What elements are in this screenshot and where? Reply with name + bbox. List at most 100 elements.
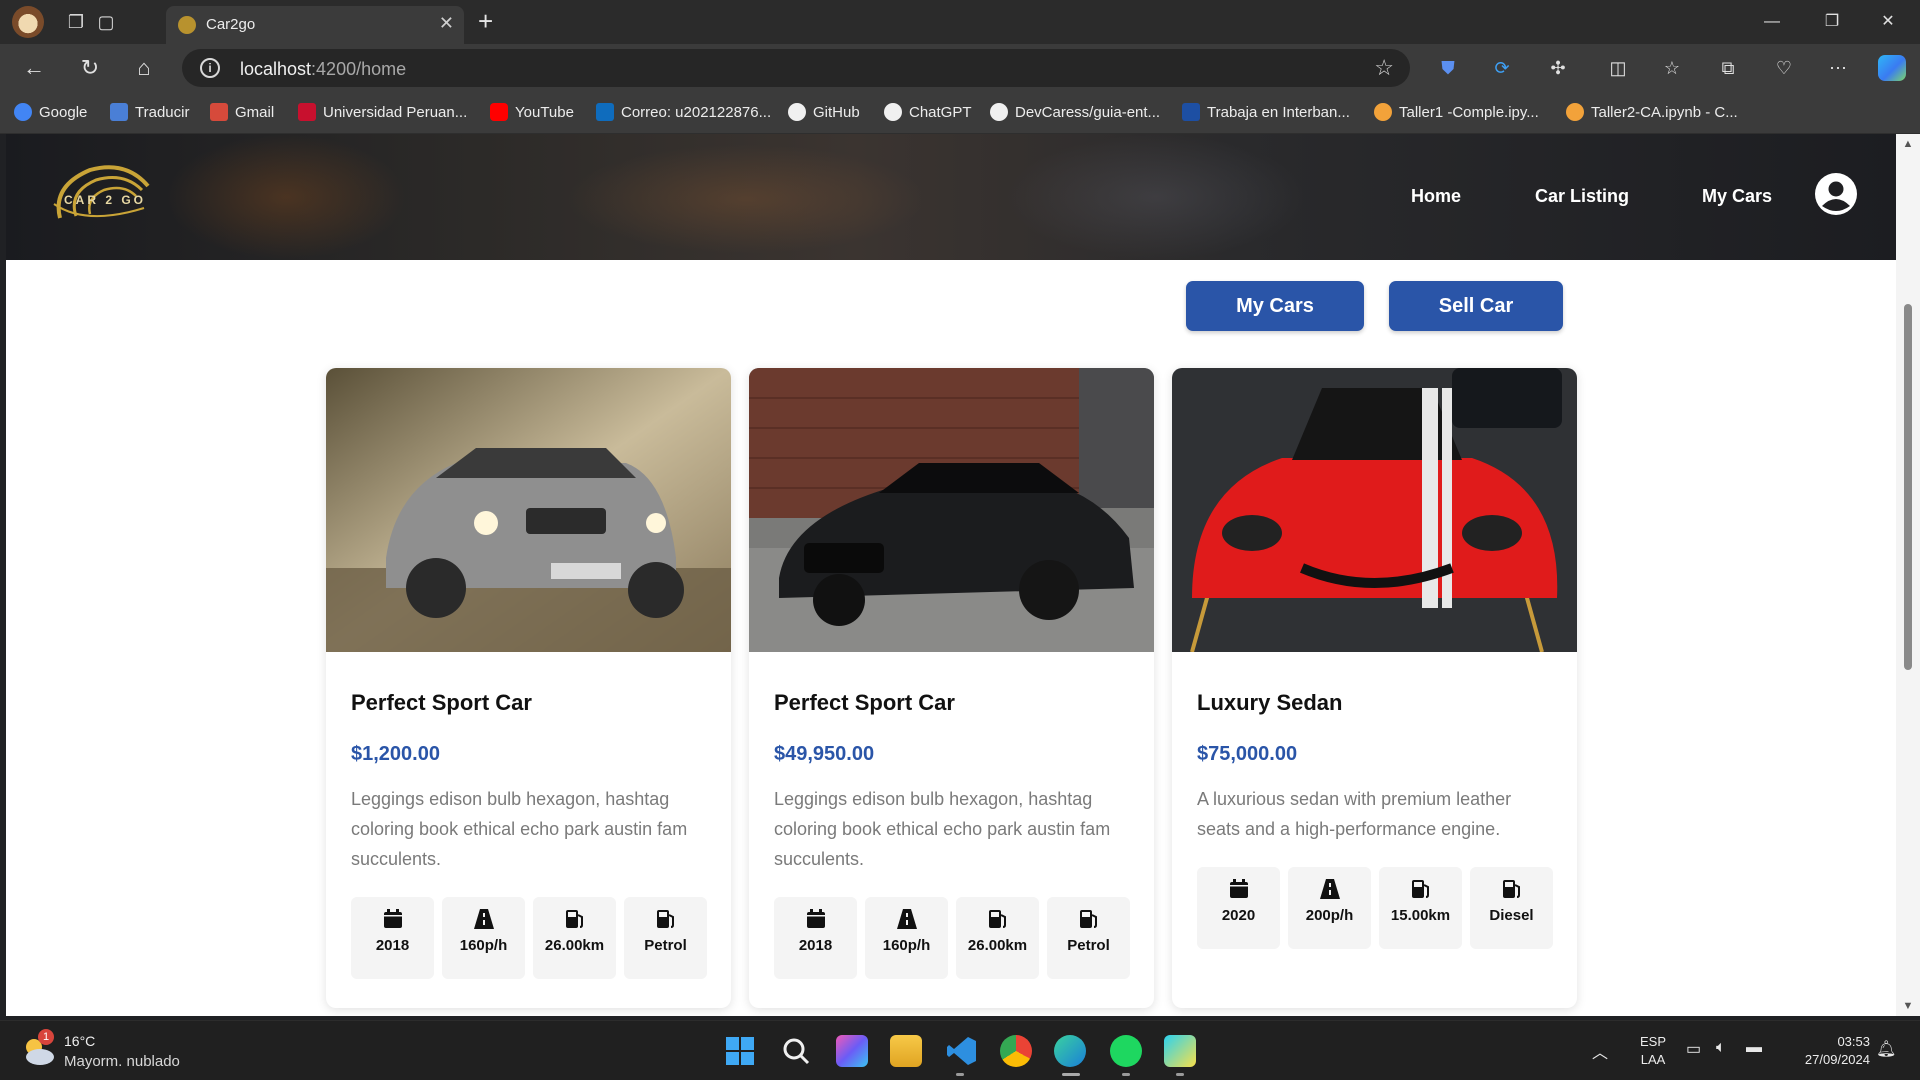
nav-home[interactable]: Home	[1411, 186, 1461, 207]
collections-icon[interactable]: ⧉	[1716, 56, 1740, 80]
black-sedan-photo	[749, 368, 1154, 652]
github-icon	[990, 103, 1008, 121]
spec-speed: 200p/h	[1288, 867, 1371, 949]
gas-pump-icon	[1079, 910, 1097, 928]
weather-description[interactable]: Mayorm. nublado	[64, 1053, 180, 1070]
site-info-icon[interactable]: i	[200, 58, 220, 78]
bookmark-correo[interactable]: Correo: u202122876...	[596, 102, 771, 122]
site-header: CAR 2 GO Home Car Listing My Cars	[6, 134, 1896, 260]
spec-year: 2018	[351, 897, 434, 979]
scrollbar-thumb[interactable]	[1904, 304, 1912, 670]
my-cars-button[interactable]: My Cars	[1186, 281, 1364, 331]
more-options-icon[interactable]: ⋯	[1826, 56, 1850, 80]
calendar-icon	[806, 909, 825, 928]
spec-speed: 160p/h	[865, 897, 948, 979]
webstorm-icon[interactable]	[1164, 1035, 1196, 1067]
windows-start-icon[interactable]	[724, 1035, 756, 1067]
gas-pump-icon	[1411, 880, 1429, 898]
interbank-icon	[1182, 103, 1200, 121]
spotify-icon[interactable]	[1110, 1035, 1142, 1067]
refresh-icon[interactable]: ↻	[74, 52, 106, 84]
notifications-bell-icon[interactable]: 🔔︎	[1876, 1039, 1896, 1059]
show-hidden-icons-chevron-icon[interactable]: ︿	[1592, 1039, 1608, 1063]
address-bar[interactable]: i localhost:4200/home ☆	[182, 49, 1410, 87]
car-title: Perfect Sport Car	[774, 690, 955, 715]
network-icon[interactable]: ▭	[1686, 1039, 1701, 1059]
bookmark-chatgpt[interactable]: ChatGPT	[884, 102, 972, 122]
favorites-icon[interactable]: ☆	[1660, 56, 1684, 80]
copilot-app-icon[interactable]	[836, 1035, 868, 1067]
car-description: Leggings edison bulb hexagon, hashtag co…	[351, 789, 688, 869]
nav-my-cars[interactable]: My Cars	[1702, 186, 1772, 207]
page-viewport: CAR 2 GO Home Car Listing My Cars My Car…	[6, 134, 1896, 1016]
car2go-favicon-icon	[178, 16, 196, 34]
nav-car-listing[interactable]: Car Listing	[1535, 186, 1629, 207]
browser-tab[interactable]: Car2go ✕	[166, 6, 464, 44]
spec-year: 2018	[774, 897, 857, 979]
back-icon[interactable]: ←	[18, 52, 50, 84]
sell-car-button[interactable]: Sell Car	[1389, 281, 1563, 331]
bookmark-interbank[interactable]: Trabaja en Interban...	[1182, 102, 1350, 122]
extensions-puzzle-icon[interactable]: ✣	[1546, 56, 1570, 80]
search-icon[interactable]	[780, 1035, 812, 1067]
favorite-star-icon[interactable]: ☆	[1374, 55, 1394, 81]
minimize-icon[interactable]: —	[1752, 8, 1792, 36]
language-indicator[interactable]: ESP LAA	[1640, 1033, 1666, 1069]
workspaces-icon[interactable]: ❐	[62, 8, 90, 36]
copilot-icon[interactable]	[1878, 55, 1906, 81]
volume-icon[interactable]: 🔈︎	[1716, 1039, 1726, 1057]
spec-mileage: 26.00km	[533, 897, 616, 979]
close-window-icon[interactable]: ✕	[1868, 8, 1908, 36]
battery-icon[interactable]: ▬	[1746, 1039, 1762, 1057]
bookmark-taller2[interactable]: Taller2-CA.ipynb - C...	[1566, 102, 1738, 122]
car-card[interactable]: Luxury Sedan $75,000.00 A luxurious seda…	[1172, 368, 1577, 1008]
car-card[interactable]: Perfect Sport Car $1,200.00 Leggings edi…	[326, 368, 731, 1008]
calendar-icon	[383, 909, 402, 928]
bookmark-gmail[interactable]: Gmail	[210, 102, 274, 122]
car-specs: 2018 160p/h 26.00km Petrol	[351, 897, 707, 979]
tab-actions-icon[interactable]: ▢	[92, 8, 120, 36]
user-account-icon[interactable]	[1814, 172, 1858, 216]
extension-sync-icon[interactable]: ⟳	[1490, 56, 1514, 80]
tab-title: Car2go	[206, 16, 256, 33]
car-title: Luxury Sedan	[1197, 690, 1343, 715]
road-icon	[1319, 879, 1340, 899]
colab-icon	[1566, 103, 1584, 121]
page-scrollbar[interactable]: ▲ ▼	[1896, 134, 1920, 1016]
bookmark-youtube[interactable]: YouTube	[490, 102, 574, 122]
chrome-icon[interactable]	[1000, 1035, 1032, 1067]
profile-avatar-icon[interactable]	[12, 6, 44, 38]
car-card[interactable]: Perfect Sport Car $49,950.00 Leggings ed…	[749, 368, 1154, 1008]
car2go-logo[interactable]: CAR 2 GO	[46, 156, 150, 232]
weather-temperature[interactable]: 16°C	[64, 1033, 95, 1049]
car-description: Leggings edison bulb hexagon, hashtag co…	[774, 789, 1111, 869]
bookmark-github[interactable]: GitHub	[788, 102, 860, 122]
spec-fuel: Petrol	[1047, 897, 1130, 979]
bookmark-taller1[interactable]: Taller1 -Comple.ipy...	[1374, 102, 1539, 122]
university-icon	[298, 103, 316, 121]
scroll-down-arrow-icon[interactable]: ▼	[1902, 1000, 1914, 1012]
bookmark-google[interactable]: Google	[14, 102, 87, 122]
edge-icon[interactable]	[1054, 1035, 1086, 1067]
system-clock[interactable]: 03:53 27/09/2024	[1786, 1033, 1870, 1069]
scroll-up-arrow-icon[interactable]: ▲	[1902, 138, 1914, 150]
road-icon	[473, 909, 494, 929]
bookmark-traducir[interactable]: Traducir	[110, 102, 189, 122]
google-icon	[14, 103, 32, 121]
restore-icon[interactable]: ❐	[1812, 8, 1852, 36]
bookmark-devcaress[interactable]: DevCaress/guia-ent...	[990, 102, 1160, 122]
car-price: $75,000.00	[1197, 743, 1298, 765]
browser-essentials-icon[interactable]: ♡	[1772, 56, 1796, 80]
car-price: $1,200.00	[351, 743, 440, 765]
bookmark-universidad[interactable]: Universidad Peruan...	[298, 102, 467, 122]
gas-pump-icon	[565, 910, 583, 928]
close-tab-icon[interactable]: ✕	[439, 13, 454, 34]
silver-suv-photo	[326, 368, 731, 652]
chatgpt-icon	[884, 103, 902, 121]
new-tab-icon[interactable]: +	[478, 6, 493, 37]
split-screen-icon[interactable]: ◫	[1606, 56, 1630, 80]
vscode-icon[interactable]	[946, 1035, 978, 1067]
bitwarden-shield-icon[interactable]: ⛊	[1436, 56, 1460, 80]
home-icon[interactable]: ⌂	[128, 52, 160, 84]
file-explorer-icon[interactable]	[890, 1035, 922, 1067]
